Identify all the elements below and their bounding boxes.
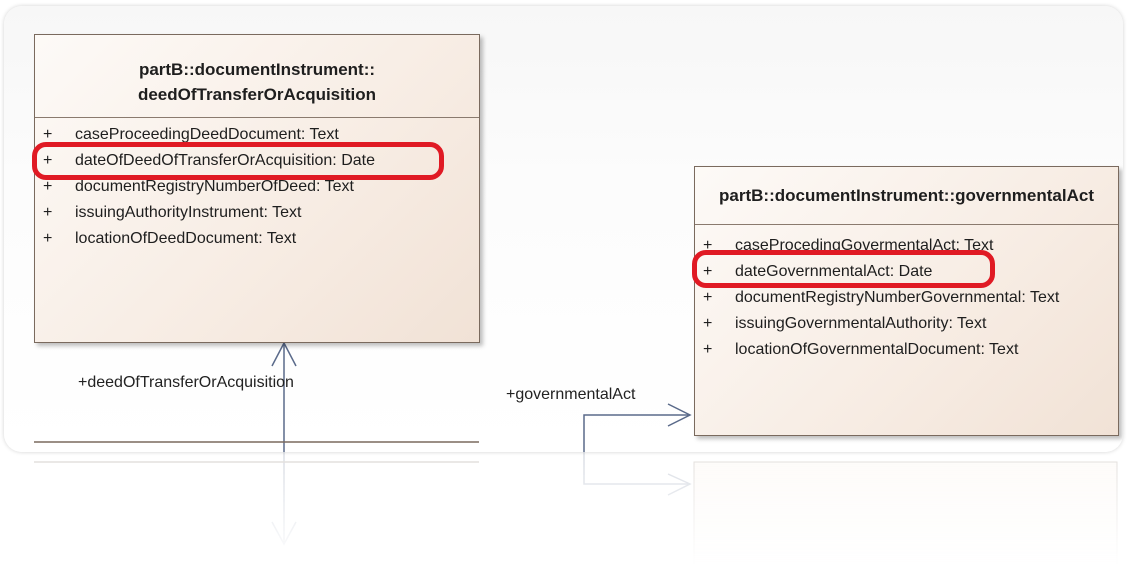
visibility-marker: + [703, 263, 713, 280]
visibility-marker: + [43, 204, 53, 221]
attribute-text: documentRegistryNumberGovernmental: Text [735, 289, 1060, 306]
class-header: partB::documentInstrument:: deedOfTransf… [35, 35, 479, 118]
visibility-marker: + [703, 315, 713, 332]
attribute-text: caseProcedingGovermentalAct: Text [735, 237, 994, 254]
visibility-marker: + [43, 152, 53, 169]
attribute-text: documentRegistryNumberOfDeed: Text [75, 178, 354, 195]
attribute-text: caseProceedingDeedDocument: Text [75, 126, 339, 143]
role-label-deed: +deedOfTransferOrAcquisition [78, 374, 294, 391]
attribute-text: issuingGovernmentalAuthority: Text [735, 315, 987, 332]
role-label-governmental-act: +governmentalAct [506, 386, 636, 403]
attribute-compartment: + caseProceedingDeedDocument: Text + dat… [35, 118, 479, 252]
class-governmental-act[interactable]: partB::documentInstrument::governmentalA… [694, 166, 1119, 436]
attribute-text: locationOfDeedDocument: Text [75, 230, 297, 247]
class-header: partB::documentInstrument::governmentalA… [695, 167, 1118, 225]
class-title: partB::documentInstrument::governmentalA… [719, 186, 1094, 205]
visibility-marker: + [43, 230, 53, 247]
class-deed-of-transfer-or-acquisition[interactable]: partB::documentInstrument:: deedOfTransf… [34, 34, 480, 343]
reflection-connectors [34, 452, 1118, 566]
visibility-marker: + [43, 178, 53, 195]
attribute-row[interactable]: + locationOfDeedDocument: Text [35, 226, 479, 252]
canvas-reflection [4, 452, 1123, 566]
attribute-row[interactable]: + dateOfDeedOfTransferOrAcquisition: Dat… [35, 148, 479, 174]
diagram-canvas: partB::documentInstrument:: deedOfTransf… [4, 6, 1123, 452]
visibility-marker: + [703, 289, 713, 306]
governmental-association-line [583, 414, 690, 452]
attribute-row[interactable]: + issuingAuthorityInstrument: Text [35, 200, 479, 226]
attribute-compartment: + caseProcedingGovermentalAct: Text + da… [695, 225, 1118, 363]
attribute-text: dateOfDeedOfTransferOrAcquisition: Date [75, 152, 375, 169]
attribute-row[interactable]: + dateGovernmentalAct: Date [695, 259, 1118, 285]
attribute-text: dateGovernmentalAct: Date [735, 263, 933, 280]
attribute-text: locationOfGovernmentalDocument: Text [735, 341, 1019, 358]
visibility-marker: + [703, 341, 713, 358]
class-title-line-1: partB::documentInstrument:: [138, 60, 376, 79]
attribute-row[interactable]: + caseProcedingGovermentalAct: Text [695, 233, 1118, 259]
attribute-row[interactable]: + locationOfGovernmentalDocument: Text [695, 337, 1118, 363]
class-title-line-2: deedOfTransferOrAcquisition [137, 85, 377, 104]
attribute-row[interactable]: + issuingGovernmentalAuthority: Text [695, 311, 1118, 337]
attribute-row[interactable]: + documentRegistryNumberOfDeed: Text [35, 174, 479, 200]
attribute-row[interactable]: + caseProceedingDeedDocument: Text [35, 122, 479, 148]
attribute-row[interactable]: + documentRegistryNumberGovernmental: Te… [695, 285, 1118, 311]
attribute-text: issuingAuthorityInstrument: Text [75, 204, 302, 221]
visibility-marker: + [43, 126, 53, 143]
visibility-marker: + [703, 237, 713, 254]
